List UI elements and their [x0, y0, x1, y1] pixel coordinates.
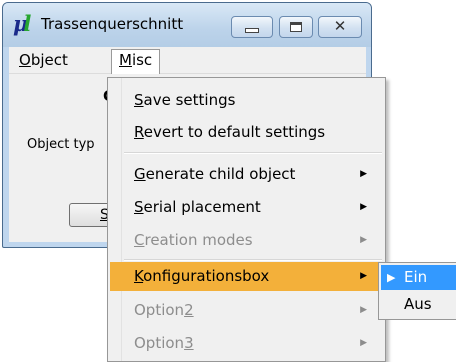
selected-marker-icon: ▶	[387, 271, 396, 284]
menu-item-revert-defaults[interactable]: Revert to default settings	[110, 118, 383, 147]
menu-item-creation-modes: Creation modes ▶	[110, 226, 383, 255]
menu-item-label: Konfigurationsbox	[134, 267, 270, 285]
submenu-arrow-icon: ▶	[360, 235, 367, 245]
misc-dropdown-menu: Save settings Revert to default settings…	[107, 77, 386, 362]
menu-item-konfigurationsbox[interactable]: Konfigurationsbox ▶	[110, 262, 383, 291]
app-logo-icon: μl	[13, 11, 32, 36]
menu-misc-rest: isc	[131, 51, 153, 69]
menu-item-label: Option3	[134, 334, 194, 352]
submenu-item-label: Aus	[404, 295, 432, 313]
menu-item-label: Save settings	[134, 91, 236, 109]
menu-separator	[124, 152, 382, 154]
minimize-icon	[245, 28, 259, 33]
menu-item-option2: Option2 ▶	[110, 296, 383, 325]
menu-item-save-settings[interactable]: Save settings	[110, 86, 383, 115]
konfigurationsbox-submenu: ▶ Ein Aus	[378, 262, 456, 320]
submenu-item-ein[interactable]: ▶ Ein	[381, 265, 456, 290]
maximize-icon	[290, 22, 302, 32]
menu-item-label: Option2	[134, 301, 194, 319]
menu-item-label: Serial placement	[134, 198, 261, 216]
submenu-arrow-icon: ▶	[360, 169, 367, 179]
menu-separator	[124, 259, 382, 261]
title-bar[interactable]: μl Trassenquerschnitt ✕	[3, 3, 371, 47]
menu-misc[interactable]: Misc	[111, 49, 161, 74]
menu-item-serial-placement[interactable]: Serial placement ▶	[110, 193, 383, 222]
minimize-button[interactable]	[231, 16, 273, 38]
menu-item-option3: Option3 ▶	[110, 329, 383, 358]
menu-object-rest: bject	[30, 51, 68, 69]
menu-item-label: Revert to default settings	[134, 123, 326, 141]
menu-object[interactable]: Object	[13, 50, 74, 70]
submenu-item-label: Ein	[404, 268, 428, 286]
submenu-arrow-icon: ▶	[360, 202, 367, 212]
submenu-arrow-icon: ▶	[360, 305, 367, 315]
close-icon: ✕	[333, 17, 347, 35]
menu-item-label: Generate child object	[134, 165, 296, 183]
menu-item-label: Creation modes	[134, 231, 253, 249]
submenu-arrow-icon: ▶	[360, 271, 367, 281]
submenu-arrow-icon: ▶	[360, 338, 367, 348]
close-button[interactable]: ✕	[318, 16, 362, 38]
submenu-item-aus[interactable]: Aus	[381, 292, 456, 317]
menu-bar: Object Misc	[9, 47, 366, 74]
menu-item-generate-child-object[interactable]: Generate child object ▶	[110, 160, 383, 189]
object-type-label: Object typ	[27, 137, 95, 152]
maximize-button[interactable]	[279, 16, 313, 38]
window-title: Trassenquerschnitt	[41, 15, 184, 33]
